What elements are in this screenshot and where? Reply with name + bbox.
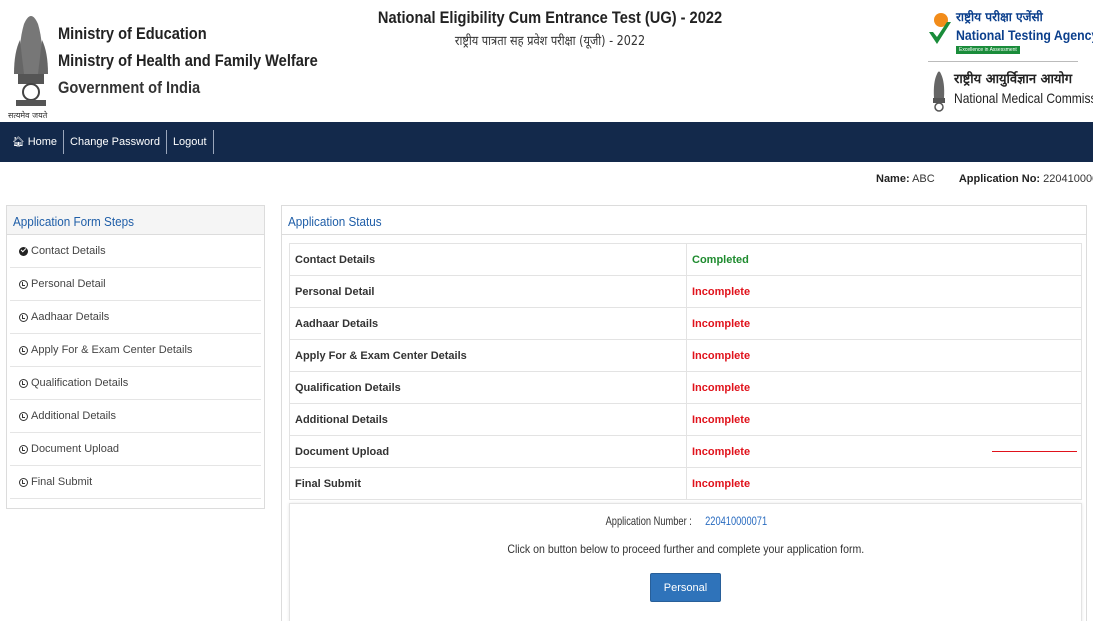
status-section-cell: Aadhaar Details [289, 307, 687, 340]
application-steps-panel: Application Form Steps Contact Details Pe… [6, 205, 265, 509]
nta-check-icon [929, 13, 951, 44]
step-item[interactable]: Additional Details [10, 400, 261, 433]
clock-icon [19, 312, 28, 322]
status-table: Contact Details Completed Personal Detail I… [289, 243, 1082, 500]
home-icon: 🏠︎ [12, 136, 25, 148]
user-name-value: ABC [912, 173, 935, 185]
user-info: Name: ABC Application No: 220410000071 [876, 173, 1093, 185]
step-item[interactable]: Personal Detail [10, 268, 261, 301]
user-name-label: Name: [876, 173, 910, 185]
step-label: Document Upload [31, 443, 120, 455]
nta-logo: राष्ट्रीय परीक्षा एजेंसी National Testin… [925, 6, 1093, 60]
clock-icon [19, 477, 28, 487]
status-section-cell: Apply For & Exam Center Details [289, 339, 687, 372]
nav-logout[interactable]: Logout [167, 130, 214, 154]
status-value-cell: Incomplete [686, 307, 1082, 340]
ministry-health: Ministry of Health and Family Welfare [58, 51, 318, 70]
table-row: Aadhaar Details Incomplete [289, 307, 1082, 340]
application-status-panel: Application Status Contact Details Comple… [281, 205, 1087, 621]
nav-home[interactable]: 🏠︎ Home [6, 130, 65, 154]
status-section-cell: Qualification Details [289, 371, 687, 404]
government-of-india: Government of India [58, 78, 201, 97]
nmc-english-name: National Medical Commission [954, 90, 1093, 106]
status-section-cell: Final Submit [289, 467, 687, 500]
nmc-hindi-name: राष्ट्रीय आयुर्विज्ञान आयोग [954, 72, 1073, 87]
status-value-cell: Incomplete [686, 371, 1082, 404]
step-label: Final Submit [31, 476, 93, 488]
clock-icon [19, 378, 28, 388]
emblem-motto: सत्यमेव जयते [8, 111, 48, 120]
step-label: Contact Details [31, 245, 106, 257]
nav-home-label: Home [27, 136, 58, 148]
table-row: Document Upload Incomplete [289, 435, 1082, 468]
step-item[interactable]: Apply For & Exam Center Details [10, 334, 261, 367]
step-item[interactable]: Document Upload [10, 433, 261, 466]
application-number-line: Application Number : 220410000071 [290, 514, 1081, 528]
status-value-cell: Incomplete [686, 339, 1082, 372]
table-row: Personal Detail Incomplete [289, 275, 1082, 308]
status-value-cell: Incomplete [686, 275, 1082, 308]
table-row: Final Submit Incomplete [289, 467, 1082, 500]
step-label: Additional Details [31, 410, 116, 422]
nmc-emblem-icon [933, 71, 945, 112]
status-section-cell: Document Upload [289, 435, 687, 468]
step-item[interactable]: Final Submit [10, 466, 261, 499]
nta-tagline: Excellence in Assessment [956, 46, 1020, 54]
check-circle-icon [19, 246, 28, 256]
clock-icon [19, 279, 28, 289]
table-row: Qualification Details Incomplete [289, 371, 1082, 404]
step-item[interactable]: Qualification Details [10, 367, 261, 400]
status-value-cell: Completed [686, 243, 1082, 276]
application-number-value: 220410000071 [704, 514, 767, 528]
application-number-label: Application Number : [605, 514, 692, 528]
nmc-logo: राष्ट्रीय आयुर्विज्ञान आयोग National Med… [928, 66, 1093, 116]
table-row: Contact Details Completed [289, 243, 1082, 276]
step-item[interactable]: Contact Details [10, 235, 261, 268]
steps-list: Contact Details Personal Detail Aadhaar De… [7, 235, 264, 499]
clock-icon [19, 444, 28, 454]
step-item[interactable]: Aadhaar Details [10, 301, 261, 334]
status-section-cell: Personal Detail [289, 275, 687, 308]
table-row: Additional Details Incomplete [289, 403, 1082, 436]
status-section-cell: Contact Details [289, 243, 687, 276]
clock-icon [19, 411, 28, 421]
next-step-box: Application Number : 220410000071 Click … [289, 503, 1082, 621]
application-no-value: 220410000071 [1043, 173, 1093, 185]
status-section-cell: Additional Details [289, 403, 687, 436]
page-title: National Eligibility Cum Entrance Test (… [377, 8, 723, 27]
application-no-label: Application No: [958, 173, 1041, 185]
site-header: सत्यमेव जयते Ministry of Education Minis… [0, 0, 1093, 122]
personal-detail-button[interactable]: Personal Detail [650, 573, 721, 621]
instruction-text: Click on button below to proceed further… [507, 542, 864, 556]
nta-english-name: National Testing Agency [956, 27, 1093, 43]
step-label: Aadhaar Details [31, 311, 110, 323]
header-logo-divider [928, 61, 1078, 62]
table-row: Apply For & Exam Center Details Incomplet… [289, 339, 1082, 372]
annotation-strike-line [992, 451, 1077, 452]
ashoka-emblem-icon [14, 16, 48, 106]
page-title-block: National Eligibility Cum Entrance Test (… [300, 8, 800, 49]
page-title-hindi: राष्ट्रीय पात्रता सह प्रवेश परीक्षा (यूज… [454, 34, 646, 49]
status-value-cell: Incomplete [686, 467, 1082, 500]
nav-change-password[interactable]: Change Password [64, 130, 167, 154]
status-panel-title: Application Status [282, 206, 1086, 235]
nta-hindi-name: राष्ट्रीय परीक्षा एजेंसी [956, 10, 1043, 24]
clock-icon [19, 345, 28, 355]
step-label: Personal Detail [31, 278, 106, 290]
status-value-cell: Incomplete [686, 403, 1082, 436]
step-label: Qualification Details [31, 377, 129, 389]
steps-panel-title: Application Form Steps [7, 206, 264, 235]
top-navbar: 🏠︎ Home Change Password Logout [0, 122, 1093, 162]
step-label: Apply For & Exam Center Details [31, 344, 193, 356]
ministry-education: Ministry of Education [58, 24, 207, 43]
